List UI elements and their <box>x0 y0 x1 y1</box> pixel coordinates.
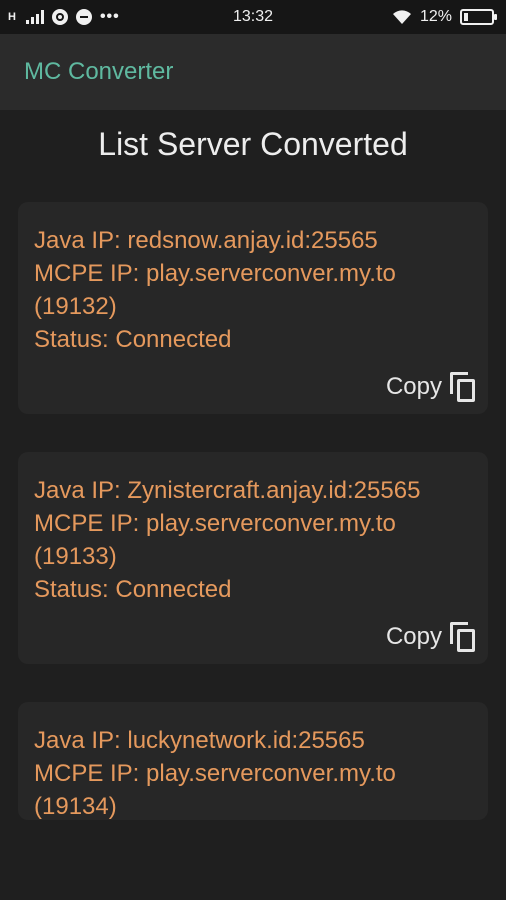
copy-icon <box>450 622 476 652</box>
mcpe-ip: MCPE IP: play.serverconver.my.to <box>34 510 396 537</box>
copy-label: Copy <box>385 623 442 650</box>
clock: 13:32 <box>232 8 274 25</box>
signal-icon <box>25 10 44 24</box>
mcpe-port: (19132) <box>34 293 117 320</box>
java-ip: Java IP: Zynistercraft.anjay.id:25565 <box>34 477 421 504</box>
more-icon: ••• <box>99 8 120 25</box>
copy-icon <box>450 372 476 402</box>
java-ip: Java IP: redsnow.anjay.id:25565 <box>34 227 378 254</box>
chat-icon <box>75 9 92 25</box>
status-right: 12% <box>392 8 497 26</box>
whatsapp-icon <box>51 9 68 25</box>
server-status: Status: Connected <box>34 576 232 603</box>
server-card: Java IP: luckynetwork.id:25565 MCPE IP: … <box>18 702 488 820</box>
server-card: Java IP: Zynistercraft.anjay.id:25565 MC… <box>18 452 488 664</box>
copy-label: Copy <box>385 373 442 400</box>
copy-button[interactable]: Copy <box>386 622 476 652</box>
app-bar: MC Converter <box>0 34 506 110</box>
wifi-icon <box>392 10 411 24</box>
app-title: MC Converter <box>24 58 174 85</box>
page-title: List Server Converted <box>98 126 408 162</box>
copy-button[interactable]: Copy <box>386 372 476 402</box>
battery-percent: 12% <box>419 8 452 25</box>
java-ip: Java IP: luckynetwork.id:25565 <box>34 727 365 754</box>
mcpe-ip: MCPE IP: play.serverconver.my.to <box>34 260 396 287</box>
mcpe-port: (19133) <box>34 543 117 570</box>
server-card: Java IP: redsnow.anjay.id:25565 MCPE IP:… <box>18 202 488 414</box>
mcpe-port: (19134) <box>34 793 117 820</box>
battery-icon <box>460 9 497 25</box>
mcpe-ip: MCPE IP: play.serverconver.my.to <box>34 760 396 787</box>
status-bar: H ••• 13:32 12% <box>0 0 506 34</box>
network-type: H <box>8 11 16 23</box>
server-status: Status: Connected <box>34 326 232 353</box>
status-left: H ••• <box>8 8 120 26</box>
